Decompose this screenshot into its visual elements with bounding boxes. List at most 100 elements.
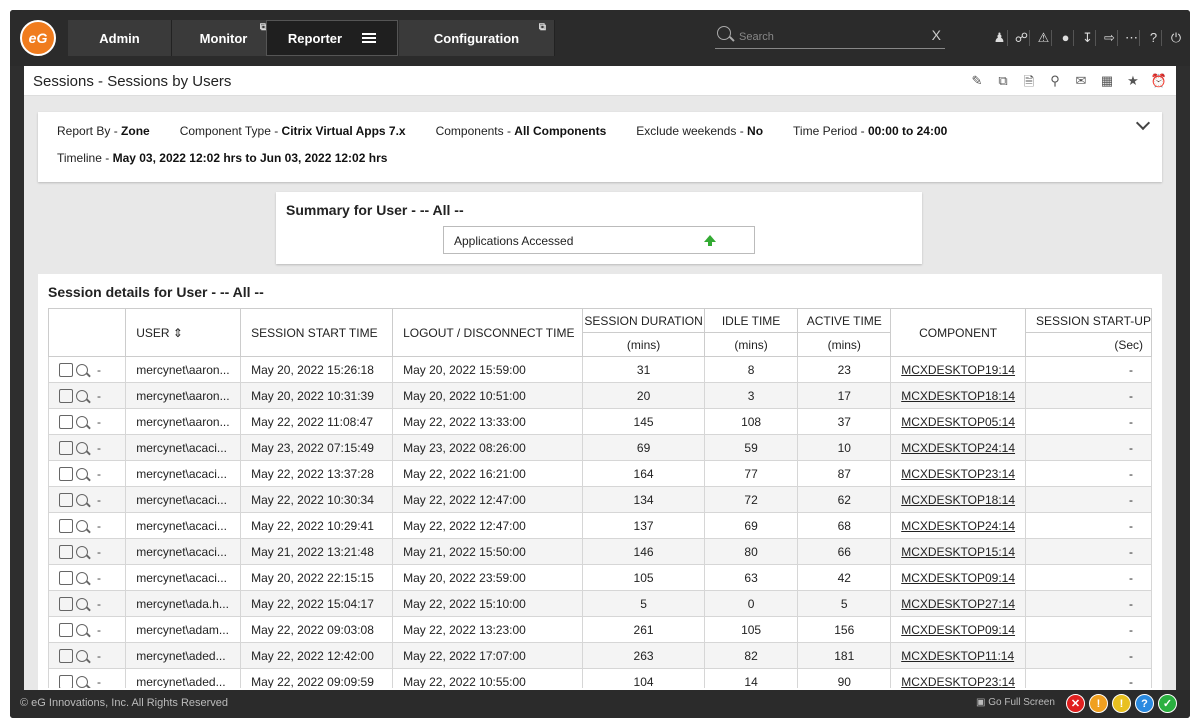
zoom-icon[interactable]	[76, 623, 88, 636]
session-detail-icon[interactable]	[59, 466, 73, 481]
chevron-down-icon[interactable]	[1135, 115, 1151, 131]
cell-component-link[interactable]: MCXDESKTOP24:14	[890, 434, 1027, 461]
applications-accessed-item[interactable]: Applications Accessed	[443, 226, 755, 254]
session-detail-icon[interactable]	[59, 544, 73, 559]
eg-logo[interactable]: eG	[20, 20, 56, 56]
cell-component-link[interactable]: MCXDESKTOP09:14	[890, 616, 1027, 643]
cell-component-link[interactable]: MCXDESKTOP05:14	[890, 408, 1027, 435]
session-detail-icon[interactable]	[59, 440, 73, 455]
filter-row: Report By - Zone Component Type - Citrix…	[57, 124, 947, 138]
row-actions: -	[48, 590, 127, 617]
column-header-startup[interactable]: SESSION START-UP	[1025, 308, 1152, 333]
search-input[interactable]: Search X	[715, 25, 945, 49]
clear-search-icon[interactable]: X	[932, 27, 941, 43]
session-detail-icon[interactable]	[59, 414, 73, 429]
cell-component-link[interactable]: MCXDESKTOP23:14	[890, 668, 1027, 688]
column-header-idle[interactable]: IDLE TIME	[703, 308, 799, 333]
session-detail-icon[interactable]	[59, 596, 73, 611]
nav-tab-reporter[interactable]: Reporter	[266, 20, 398, 56]
cell-component-link[interactable]: MCXDESKTOP09:14	[890, 564, 1027, 591]
alert-icon[interactable]: ⚠	[1036, 30, 1052, 46]
session-detail-icon[interactable]	[59, 622, 73, 637]
more-icon[interactable]: ⋯	[1124, 30, 1140, 46]
cell-user: mercynet\acaci...	[125, 564, 242, 591]
search-report-icon[interactable]: ⚲	[1046, 73, 1064, 89]
zoom-icon[interactable]	[76, 363, 88, 376]
column-header-logout[interactable]: LOGOUT / DISCONNECT TIME	[392, 308, 584, 357]
export-pdf-icon[interactable]: 🗎	[1020, 73, 1038, 89]
download-icon[interactable]: ↧	[1080, 30, 1096, 46]
alarm-icon[interactable]: ⏰	[1150, 73, 1168, 89]
major-status-icon[interactable]: !	[1089, 694, 1108, 713]
session-detail-icon[interactable]	[59, 388, 73, 403]
bell-icon[interactable]: ●	[1058, 30, 1074, 46]
nav-tab-admin[interactable]: Admin	[68, 20, 172, 56]
row-dash: -	[97, 674, 101, 689]
cell-component-link[interactable]: MCXDESKTOP11:14	[890, 642, 1027, 669]
edit-report-icon[interactable]: ✎	[968, 73, 986, 89]
filter-components: Components - All Components	[435, 124, 607, 138]
unknown-status-icon[interactable]: ?	[1135, 694, 1154, 713]
session-detail-icon[interactable]	[59, 570, 73, 585]
cell-component-link[interactable]: MCXDESKTOP19:14	[890, 356, 1027, 383]
session-detail-icon[interactable]	[59, 674, 73, 688]
zoom-icon[interactable]	[76, 389, 88, 402]
zoom-icon[interactable]	[76, 571, 88, 584]
zoom-icon[interactable]	[76, 441, 88, 454]
zoom-icon[interactable]	[76, 675, 88, 688]
go-full-screen-button[interactable]: ▣ Go Full Screen	[976, 697, 1055, 708]
row-dash: -	[97, 596, 101, 611]
normal-status-icon[interactable]: ✓	[1158, 694, 1177, 713]
column-header-active[interactable]: ACTIVE TIME	[797, 308, 892, 333]
cell-component-link[interactable]: MCXDESKTOP18:14	[890, 382, 1027, 409]
minor-status-icon[interactable]: !	[1112, 694, 1131, 713]
cell-duration: 5	[582, 590, 705, 617]
mail-icon[interactable]: ✉	[1072, 73, 1090, 89]
zoom-icon[interactable]	[76, 493, 88, 506]
zoom-icon[interactable]	[76, 519, 88, 532]
hamburger-menu-icon[interactable]	[362, 31, 377, 45]
critical-status-icon[interactable]: ✕	[1066, 694, 1085, 713]
nav-tab-monitor[interactable]: Monitor ⧉	[172, 20, 276, 56]
cell-active: 181	[797, 642, 892, 669]
session-detail-icon[interactable]	[59, 492, 73, 507]
help-icon[interactable]: ?	[1146, 30, 1162, 46]
cell-duration: 104	[582, 668, 705, 688]
cell-component-link[interactable]: MCXDESKTOP27:14	[890, 590, 1027, 617]
zoom-icon[interactable]	[76, 649, 88, 662]
star-icon[interactable]: ★	[1124, 73, 1142, 89]
zoom-icon[interactable]	[76, 415, 88, 428]
column-header-duration[interactable]: SESSION DURATION	[582, 308, 705, 333]
table-row: - mercynet\ada.h... May 22, 2022 15:04:17 M…	[48, 590, 1152, 617]
session-detail-icon[interactable]	[59, 518, 73, 533]
column-header-user[interactable]: USER ⇕	[125, 308, 242, 357]
zoom-icon[interactable]	[76, 467, 88, 480]
copy-report-icon[interactable]: ⧉	[994, 73, 1012, 89]
actions-header	[48, 308, 127, 357]
cell-component-link[interactable]: MCXDESKTOP15:14	[890, 538, 1027, 565]
sort-icon[interactable]: ⇕	[173, 326, 183, 340]
zoom-icon[interactable]	[76, 597, 88, 610]
cell-component-link[interactable]: MCXDESKTOP23:14	[890, 460, 1027, 487]
cell-idle: 72	[703, 486, 799, 513]
footer-bar: © eG Innovations, Inc. All Rights Reserv…	[10, 690, 1190, 718]
cell-component-link[interactable]: MCXDESKTOP24:14	[890, 512, 1027, 539]
startup-unit: (Sec)	[1025, 332, 1152, 357]
user-icon[interactable]: ♟	[992, 30, 1008, 46]
login-icon[interactable]: ⇨	[1102, 30, 1118, 46]
cell-active: 62	[797, 486, 892, 513]
zoom-icon[interactable]	[76, 545, 88, 558]
cell-active: 156	[797, 616, 892, 643]
session-detail-icon[interactable]	[59, 648, 73, 663]
copyright-text: © eG Innovations, Inc. All Rights Reserv…	[20, 697, 229, 709]
session-table-wrapper[interactable]: USER ⇕ SESSION START TIME LOGOUT / DISCO…	[48, 308, 1152, 688]
column-header-session-start[interactable]: SESSION START TIME	[240, 308, 394, 357]
nav-tab-configuration[interactable]: Configuration ⧉	[399, 20, 555, 56]
excel-icon[interactable]: ▦	[1098, 73, 1116, 89]
cell-component-link[interactable]: MCXDESKTOP18:14	[890, 486, 1027, 513]
session-detail-icon[interactable]	[59, 362, 73, 377]
link-icon[interactable]: ☍	[1014, 30, 1030, 46]
cell-user: mercynet\acaci...	[125, 486, 242, 513]
column-header-component[interactable]: COMPONENT	[890, 308, 1027, 357]
power-icon[interactable]: ⏻	[1168, 30, 1184, 46]
